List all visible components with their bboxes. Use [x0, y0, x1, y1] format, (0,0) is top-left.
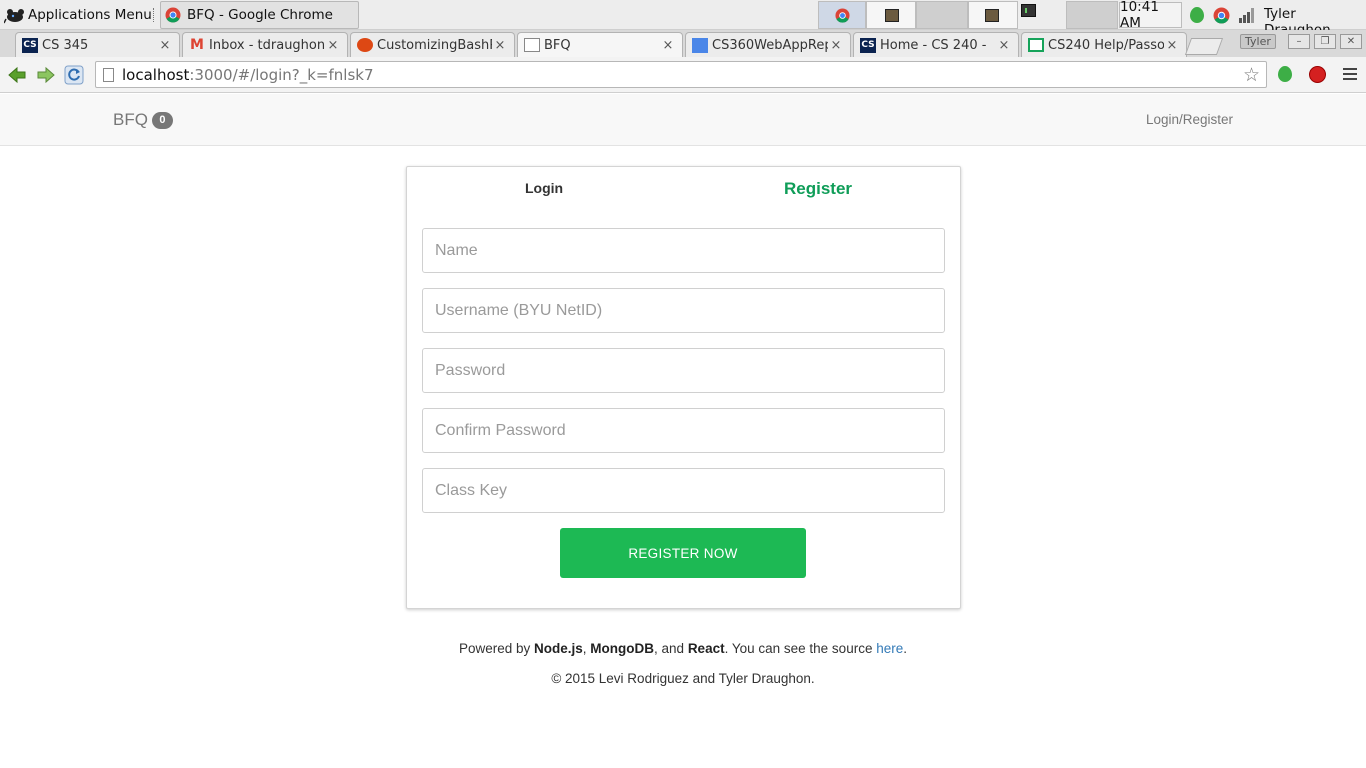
- back-arrow-icon[interactable]: [7, 65, 27, 85]
- cs-favicon-icon: CS: [860, 37, 876, 53]
- minimize-button[interactable]: –: [1288, 34, 1310, 49]
- taskbar-window-title: BFQ - Google Chrome: [187, 7, 333, 23]
- site-navbar: BFQ 0 Login/Register: [0, 94, 1366, 146]
- chrome-menu-icon[interactable]: [1343, 68, 1357, 83]
- name-input[interactable]: [422, 228, 945, 273]
- address-bar[interactable]: localhost:3000/#/login?_k=fnlsk7 ☆: [95, 61, 1267, 88]
- workspace-3[interactable]: [916, 1, 968, 29]
- close-icon[interactable]: ×: [996, 38, 1012, 53]
- desktop-top-panel: Applications Menu BFQ - Google Chrome 10…: [0, 0, 1366, 38]
- workspace-1[interactable]: [818, 1, 866, 29]
- workspace-switcher[interactable]: [818, 1, 1118, 29]
- browser-tab-cs360[interactable]: CS360WebAppRep ×: [685, 32, 851, 57]
- workspace-5[interactable]: [1066, 1, 1118, 29]
- source-text: . You can see the source: [724, 641, 877, 656]
- panel-separator: [153, 8, 156, 22]
- footer-sep: , and: [654, 641, 688, 656]
- page-icon: [524, 38, 540, 52]
- browser-toolbar: localhost:3000/#/login?_k=fnlsk7 ☆: [0, 57, 1366, 93]
- confirm-password-input[interactable]: [422, 408, 945, 453]
- browser-tab-customizing-bash[interactable]: CustomizingBashP ×: [350, 32, 515, 57]
- xfce-mouse-icon: [4, 9, 24, 24]
- tab-register[interactable]: Register: [784, 179, 852, 199]
- close-icon[interactable]: ×: [325, 38, 341, 53]
- source-link[interactable]: here: [876, 641, 903, 656]
- tab-title: CS 345: [42, 37, 89, 53]
- ubuntu-icon: [357, 38, 373, 52]
- bookmark-star-icon[interactable]: ☆: [1243, 64, 1260, 86]
- google-docs-icon: [692, 37, 708, 53]
- url-host: localhost: [122, 65, 190, 84]
- tab-title: Home - CS 240 -: [880, 37, 987, 53]
- tab-login[interactable]: Login: [525, 180, 563, 196]
- reload-icon[interactable]: [64, 65, 84, 85]
- url-path: :3000/#/login?_k=fnlsk7: [189, 65, 374, 84]
- close-icon[interactable]: ×: [1164, 38, 1180, 53]
- evernote-tray-icon[interactable]: [1190, 7, 1204, 23]
- close-icon[interactable]: ×: [660, 38, 676, 53]
- workspace-2[interactable]: [866, 1, 938, 29]
- chrome-icon: [165, 7, 181, 23]
- gmail-icon: M: [190, 37, 204, 53]
- panel-clock[interactable]: 10:41 AM: [1119, 0, 1182, 31]
- google-sheets-icon: [1028, 38, 1044, 52]
- powered-by-prefix: Powered by: [458, 641, 535, 656]
- site-brand[interactable]: BFQ 0: [113, 110, 173, 130]
- chrome-icon: [835, 8, 850, 23]
- tech-mongodb: MongoDB: [590, 641, 655, 656]
- restore-button[interactable]: ❐: [1314, 34, 1336, 49]
- cs-favicon-icon: CS: [22, 37, 38, 53]
- terminal-icon: [1021, 4, 1036, 17]
- adblock-extension-icon[interactable]: [1309, 66, 1326, 83]
- page-icon: [103, 67, 114, 82]
- browser-tab-cs240-home[interactable]: CS Home - CS 240 - ×: [853, 32, 1019, 57]
- chrome-tray-icon[interactable]: [1213, 7, 1230, 24]
- profile-button[interactable]: Tyler: [1240, 34, 1276, 49]
- close-icon[interactable]: ×: [157, 38, 173, 53]
- password-input[interactable]: [422, 348, 945, 393]
- close-icon[interactable]: ×: [828, 38, 844, 53]
- workspace-4[interactable]: [968, 1, 1036, 29]
- evernote-extension-icon[interactable]: [1278, 66, 1292, 82]
- window-close-button[interactable]: ✕: [1340, 34, 1362, 49]
- footer-copyright: © 2015 Levi Rodriguez and Tyler Draughon…: [551, 671, 815, 686]
- register-now-button[interactable]: REGISTER NOW: [560, 528, 806, 578]
- taskbar-window-button[interactable]: BFQ - Google Chrome: [160, 1, 359, 29]
- tab-title: Inbox - tdraughon: [209, 37, 325, 53]
- count-badge: 0: [151, 111, 173, 129]
- browser-tab-bfq[interactable]: BFQ ×: [517, 32, 683, 57]
- brand-name: BFQ: [113, 110, 148, 129]
- network-signal-icon[interactable]: [1238, 7, 1256, 23]
- tech-nodejs: Node.js: [534, 641, 583, 656]
- browser-tab-cs240-help[interactable]: CS240 Help/Passo ×: [1021, 32, 1187, 57]
- new-tab-button[interactable]: [1184, 38, 1224, 55]
- browser-tab-inbox[interactable]: M Inbox - tdraughon ×: [182, 32, 348, 57]
- footer-period: .: [903, 641, 908, 656]
- tech-react: React: [687, 641, 725, 656]
- footer-powered-by: Powered by Node.js, MongoDB, and React. …: [0, 641, 1366, 656]
- tab-title: CS240 Help/Passo: [1048, 37, 1164, 53]
- forward-arrow-icon[interactable]: [36, 65, 56, 85]
- window-thumbnail-icon: [985, 9, 999, 22]
- window-thumbnail-icon: [885, 9, 899, 22]
- browser-tab-cs345[interactable]: CS CS 345 ×: [15, 32, 180, 57]
- browser-tab-strip: CS CS 345 × M Inbox - tdraughon × Custom…: [0, 30, 1366, 57]
- class-key-input[interactable]: [422, 468, 945, 513]
- close-icon[interactable]: ×: [492, 38, 508, 53]
- login-register-link[interactable]: Login/Register: [1146, 112, 1233, 127]
- tab-title: BFQ: [544, 37, 571, 53]
- applications-menu-label: Applications Menu: [28, 7, 152, 23]
- tab-title: CS360WebAppRep: [712, 37, 828, 53]
- tab-title: CustomizingBashP: [377, 37, 492, 53]
- username-input[interactable]: [422, 288, 945, 333]
- applications-menu[interactable]: Applications Menu: [4, 4, 152, 26]
